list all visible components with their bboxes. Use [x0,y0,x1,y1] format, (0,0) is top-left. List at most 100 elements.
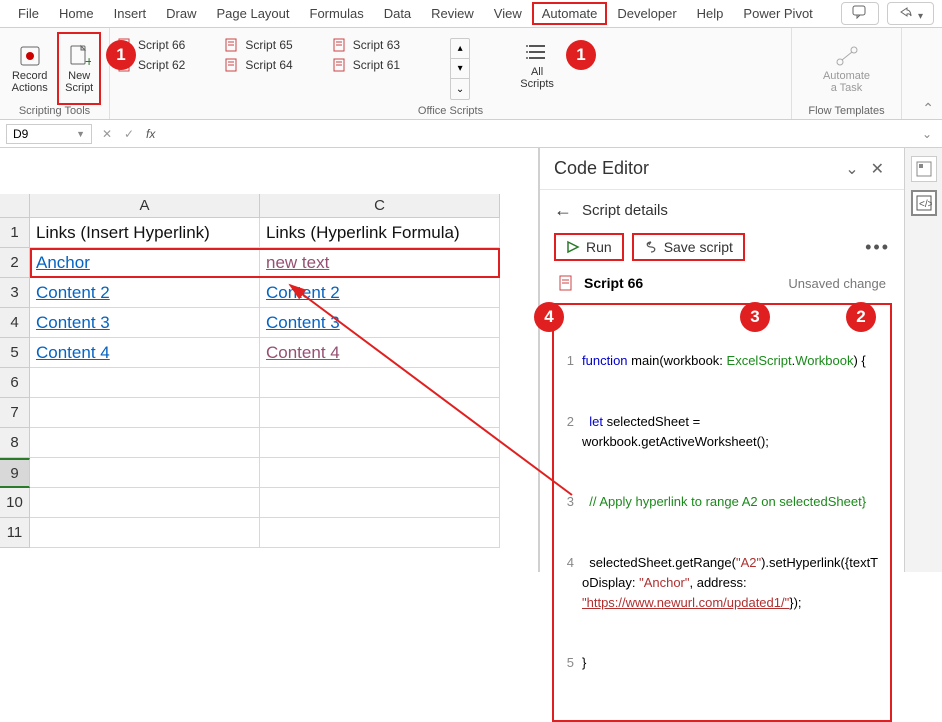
save-icon [644,240,658,254]
script-gallery-item[interactable]: Script 61 [333,58,400,72]
cell-C5[interactable]: Content 4 [260,338,500,368]
cell[interactable] [260,398,500,428]
gallery-nav: ▴ ▾ ⌄ [450,38,470,100]
record-actions-button[interactable]: Record Actions [8,32,51,105]
cell-C1[interactable]: Links (Hyperlink Formula) [260,218,500,248]
share-button[interactable]: ▾ [887,2,934,25]
cell[interactable] [30,368,260,398]
formula-expand[interactable]: ⌄ [912,127,942,141]
row-head[interactable]: 8 [0,428,30,458]
comment-icon [852,5,868,19]
cell-A1[interactable]: Links (Insert Hyperlink) [30,218,260,248]
ribbon-collapse[interactable]: ⌃ [922,100,934,117]
comments-button[interactable] [841,2,879,25]
fx-label[interactable]: fx [140,127,161,141]
cell-A5[interactable]: Content 4 [30,338,260,368]
formula-bar: D9▼ ✕ ✓ fx ⌄ [0,120,942,148]
tab-power-pivot[interactable]: Power Pivot [733,2,822,25]
tab-draw[interactable]: Draw [156,2,206,25]
code-editor[interactable]: 1function main(workbook: ExcelScript.Wor… [552,303,892,722]
cell[interactable] [30,458,260,488]
tab-formulas[interactable]: Formulas [300,2,374,25]
flow-icon [835,44,859,68]
row-head[interactable]: 10 [0,488,30,518]
side-tab-code[interactable]: </> [911,190,937,216]
all-scripts-button[interactable]: All Scripts [514,38,560,92]
cell[interactable] [30,428,260,458]
col-head-C[interactable]: C [260,194,500,218]
script-gallery-item[interactable]: Script 64 [225,58,292,72]
cell-A4[interactable]: Content 3 [30,308,260,338]
cell[interactable] [30,488,260,518]
select-all-corner[interactable] [0,194,30,218]
row-head[interactable]: 2 [0,248,30,278]
script-icon [333,58,347,72]
script-gallery-item[interactable]: Script 65 [225,38,292,52]
row-head[interactable]: 11 [0,518,30,548]
row-head[interactable]: 5 [0,338,30,368]
spreadsheet-grid: A C 1Links (Insert Hyperlink)Links (Hype… [0,148,540,572]
script-gallery-item[interactable]: Script 66 [118,38,185,52]
group-label-flow: Flow Templates [800,105,893,117]
ribbon-body: Record Actions + New Script Scripting To… [0,28,942,120]
tab-automate[interactable]: Automate [532,2,608,25]
more-actions[interactable]: ••• [865,237,890,258]
tab-page-layout[interactable]: Page Layout [207,2,300,25]
cell-C4[interactable]: Content 3 [260,308,500,338]
cell-A3[interactable]: Content 2 [30,278,260,308]
pane-close[interactable]: ✕ [865,159,890,179]
script-gallery-item[interactable]: Script 62 [118,58,185,72]
automate-task-button[interactable]: Automate a Task [824,32,870,105]
row-head[interactable]: 7 [0,398,30,428]
gallery-more[interactable]: ⌄ [451,79,469,99]
cancel-formula[interactable]: ✕ [96,127,118,141]
name-box[interactable]: D9▼ [6,124,92,144]
cell[interactable] [260,518,500,548]
tab-help[interactable]: Help [687,2,734,25]
gallery-down[interactable]: ▾ [451,59,469,79]
cell[interactable] [260,368,500,398]
cell[interactable] [260,488,500,518]
tab-insert[interactable]: Insert [104,2,157,25]
cell-C3[interactable]: Content 2 [260,278,500,308]
cell[interactable] [260,428,500,458]
tab-review[interactable]: Review [421,2,484,25]
cell-C2[interactable]: new text [260,248,500,278]
pane-minimize[interactable]: ⌄ [839,159,864,179]
row-head[interactable]: 6 [0,368,30,398]
cell-A2[interactable]: Anchor [30,248,260,278]
script-status: Unsaved change [788,276,886,291]
side-tab-strip: </> [904,148,942,572]
new-script-icon: + [67,44,91,68]
col-head-A[interactable]: A [30,194,260,218]
tab-data[interactable]: Data [374,2,421,25]
script-icon [118,38,132,52]
script-icon [333,38,347,52]
side-tab-gallery[interactable] [911,156,937,182]
tab-view[interactable]: View [484,2,532,25]
row-head[interactable]: 9 [0,458,30,488]
cell[interactable] [30,518,260,548]
cell[interactable] [30,398,260,428]
script-gallery-item[interactable]: Script 63 [333,38,400,52]
svg-text:+: + [85,53,91,68]
formula-input[interactable] [161,120,912,147]
accept-formula[interactable]: ✓ [118,127,140,141]
pane-title: Code Editor [554,158,649,179]
run-button[interactable]: Run [554,233,624,261]
script-icon [225,58,239,72]
row-head[interactable]: 4 [0,308,30,338]
gallery-up[interactable]: ▴ [451,39,469,59]
tab-developer[interactable]: Developer [607,2,686,25]
all-scripts-icon [525,40,549,64]
tab-file[interactable]: File [8,2,49,25]
save-script-button[interactable]: Save script [632,233,745,261]
back-button[interactable]: ← [554,200,572,221]
row-head[interactable]: 3 [0,278,30,308]
new-script-button[interactable]: + New Script [57,32,101,105]
cell[interactable] [260,458,500,488]
script-icon [118,58,132,72]
tab-home[interactable]: Home [49,2,104,25]
script-icon [225,38,239,52]
row-head[interactable]: 1 [0,218,30,248]
